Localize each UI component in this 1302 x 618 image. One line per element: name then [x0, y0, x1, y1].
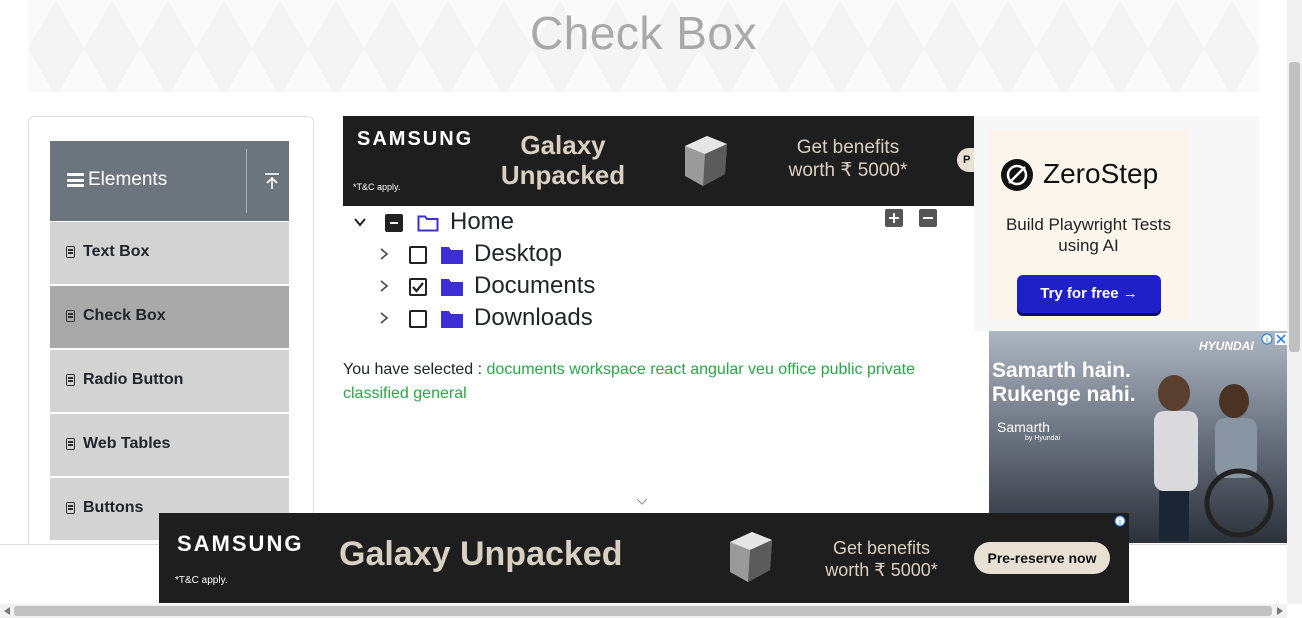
result-item: private	[866, 361, 915, 378]
folder-icon	[441, 247, 463, 264]
tree-node-home: Home	[343, 206, 943, 236]
sidebar-menu: Text Box Check Box Radio Button Web Tabl…	[50, 222, 289, 542]
group-title: Elements	[88, 169, 168, 190]
list-icon	[66, 438, 75, 450]
folder-icon	[441, 311, 463, 328]
list-icon	[66, 374, 75, 386]
zerostep-ad[interactable]: ZeroStep Build Playwright Tests using AI…	[989, 130, 1188, 320]
tree-node-desktop: Desktop	[343, 238, 943, 268]
galaxy-cube-icon	[685, 136, 727, 186]
chevron-down-icon	[636, 498, 648, 505]
ad-cta-button[interactable]: P	[957, 148, 974, 172]
close-icon[interactable]	[1275, 333, 1287, 345]
result-item: public	[820, 361, 863, 378]
galaxy-cube-icon	[730, 532, 772, 582]
collapse-group-button[interactable]	[256, 169, 286, 193]
ad-headline: Galaxy Unpacked	[500, 130, 626, 190]
elements-group-header[interactable]: Elements	[50, 141, 289, 221]
sidebar: Elements Text Box Check Box Radio Button…	[28, 116, 314, 558]
result-item: documents	[486, 361, 565, 378]
ad-offer: Get benefits worth ₹ 5000*	[788, 137, 908, 181]
hamburger-icon	[67, 173, 84, 187]
chevron-down-icon[interactable]	[353, 215, 367, 229]
vertical-scrollbar[interactable]	[1287, 0, 1302, 604]
sidebar-item-label: Radio Button	[83, 371, 184, 388]
list-icon	[66, 310, 75, 322]
sidebar-item-web-tables[interactable]: Web Tables	[50, 414, 289, 476]
result-item: general	[413, 385, 467, 402]
documents-checkbox[interactable]	[409, 278, 427, 296]
samsung-banner-ad[interactable]: SAMSUNG *T&C apply. Galaxy Unpacked Get …	[343, 116, 974, 206]
samsung-bottom-ad[interactable]: SAMSUNG *T&C apply. Galaxy Unpacked Get …	[159, 513, 1129, 603]
hyundai-headline: Samarth hain. Rukenge nahi.	[992, 359, 1136, 407]
upload-arrow-icon	[265, 173, 279, 189]
check-icon	[412, 282, 424, 293]
tree-node-label[interactable]: Desktop	[474, 240, 562, 268]
ad-photo-people	[1154, 375, 1274, 541]
sidebar-item-text-box[interactable]: Text Box	[50, 222, 289, 284]
result-item: workspace	[569, 361, 646, 378]
result-item: veu	[748, 361, 774, 378]
ad-brand: SAMSUNG	[357, 128, 474, 150]
folder-open-icon	[417, 215, 439, 232]
ad-headline: Galaxy Unpacked	[339, 535, 623, 573]
zerostep-tagline: Build Playwright Tests using AI	[1005, 215, 1172, 255]
tree-node-label[interactable]: Documents	[474, 272, 595, 300]
scrollbar-thumb[interactable]	[14, 606, 1272, 616]
result-item: angular	[690, 361, 744, 378]
ad-offer: Get benefits worth ₹ 5000*	[825, 538, 938, 580]
try-for-free-button[interactable]: Try for free →	[1017, 275, 1161, 313]
scroll-left-arrow-icon[interactable]	[3, 606, 11, 616]
sidebar-item-label: Buttons	[83, 499, 144, 516]
folder-icon	[441, 279, 463, 296]
chevron-right-icon[interactable]	[377, 311, 391, 325]
samarth-logo: Samarth by Hyundai	[997, 419, 1060, 442]
headline-line-2: Rukenge nahi.	[992, 383, 1136, 406]
ad-terms: *T&C apply.	[353, 182, 401, 192]
chevron-right-icon[interactable]	[377, 279, 391, 293]
downloads-checkbox[interactable]	[409, 310, 427, 328]
chevron-right-icon[interactable]	[377, 247, 391, 261]
page-title: Check Box	[530, 7, 757, 59]
ad-info-icon[interactable]: i	[1261, 333, 1273, 345]
result-prefix: You have selected :	[343, 361, 483, 378]
hyundai-brand: HYUNDAI	[1199, 339, 1254, 353]
result-item: react	[650, 361, 686, 378]
tree-node-label[interactable]: Downloads	[474, 304, 593, 332]
scrollbar-thumb[interactable]	[1289, 62, 1300, 352]
home-checkbox[interactable]	[385, 214, 403, 232]
horizontal-scrollbar[interactable]	[0, 604, 1287, 618]
list-icon	[66, 502, 75, 514]
sidebar-item-check-box[interactable]: Check Box	[50, 286, 289, 348]
pre-reserve-button[interactable]: Pre-reserve now	[974, 542, 1110, 574]
page-header-banner: Check Box	[28, 0, 1259, 92]
desktop-checkbox[interactable]	[409, 246, 427, 264]
sidebar-item-label: Text Box	[83, 243, 150, 260]
headline-line-1: Samarth hain.	[992, 359, 1131, 382]
list-icon	[66, 246, 75, 258]
sidebar-item-radio-button[interactable]: Radio Button	[50, 350, 289, 412]
tree-node-documents: Documents	[343, 270, 943, 300]
hyundai-ad[interactable]: HYUNDAI Samarth hain. Rukenge nahi. Sama…	[989, 331, 1287, 543]
tree-node-label[interactable]: Home	[450, 208, 514, 236]
header-divider	[246, 149, 247, 213]
zerostep-logo-icon	[1001, 159, 1033, 191]
ad-terms: *T&C apply.	[175, 575, 228, 586]
scroll-right-arrow-icon[interactable]	[1276, 606, 1284, 616]
sidebar-item-label: Check Box	[83, 307, 166, 324]
sidebar-item-label: Web Tables	[83, 435, 171, 452]
tree-node-downloads: Downloads	[343, 302, 943, 332]
ad-info-icon[interactable]: i	[1114, 515, 1126, 527]
result-item: classified	[343, 385, 409, 402]
zerostep-name: ZeroStep	[1043, 158, 1159, 189]
samarth-subtext: by Hyundai	[1025, 435, 1061, 442]
collapse-all-button[interactable]	[919, 209, 937, 227]
ad-brand: SAMSUNG	[177, 531, 304, 556]
selection-result: You have selected : documents workspace …	[343, 358, 943, 406]
expand-all-button[interactable]	[885, 209, 903, 227]
result-item: office	[778, 361, 817, 378]
samarth-text: Samarth	[997, 419, 1050, 435]
